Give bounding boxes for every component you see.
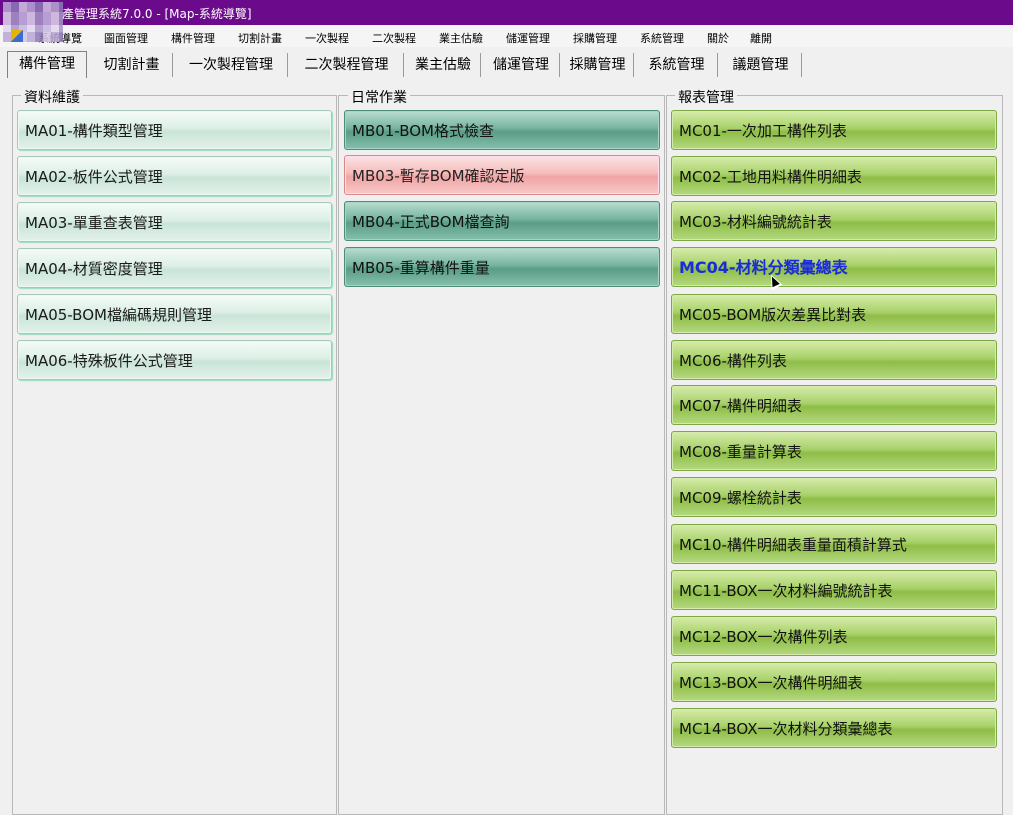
tab-system-mgmt[interactable]: 系統管理 xyxy=(636,53,718,77)
tab-component-mgmt[interactable]: 構件管理 xyxy=(7,51,87,78)
button-mc02[interactable]: MC02-工地用料構件明細表 xyxy=(671,156,997,196)
button-mc14[interactable]: MC14-BOX一次材料分類彙總表 xyxy=(671,708,997,748)
menu-item-primary-process[interactable]: 一次製程 xyxy=(305,30,349,46)
group-label-data-maintenance: 資料維護 xyxy=(21,87,83,107)
button-mc06[interactable]: MC06-構件列表 xyxy=(671,340,997,380)
button-mc04[interactable]: MC04-材料分類彙總表 xyxy=(671,247,997,287)
menu-item-component[interactable]: 構件管理 xyxy=(171,30,215,46)
tab-issue-mgmt[interactable]: 議題管理 xyxy=(720,53,802,77)
menu-item-storage[interactable]: 儲運管理 xyxy=(506,30,550,46)
button-ma05[interactable]: MA05-BOM檔編碼規則管理 xyxy=(17,294,332,334)
button-mc01[interactable]: MC01-一次加工構件列表 xyxy=(671,110,997,150)
tab-storage[interactable]: 儲運管理 xyxy=(483,53,560,77)
window-title: 產管理系統7.0.0 - [Map-系統導覽] xyxy=(62,7,252,21)
menu-item-cutting-plan[interactable]: 切割計畫 xyxy=(238,30,282,46)
menu-item-owner-valuation[interactable]: 業主估驗 xyxy=(439,30,483,46)
menu-bar: 系統導覽 圖面管理 構件管理 切割計畫 一次製程 二次製程 業主估驗 儲運管理 … xyxy=(0,25,1013,47)
group-label-reports: 報表管理 xyxy=(675,87,737,107)
button-mb03[interactable]: MB03-暫存BOM確認定版 xyxy=(344,155,660,195)
button-ma02[interactable]: MA02-板件公式管理 xyxy=(17,156,332,196)
menu-item-secondary-process[interactable]: 二次製程 xyxy=(372,30,416,46)
tab-purchasing[interactable]: 採購管理 xyxy=(562,53,634,77)
button-mc11[interactable]: MC11-BOX一次材料編號統計表 xyxy=(671,570,997,610)
button-mb01[interactable]: MB01-BOM格式檢查 xyxy=(344,110,660,150)
button-ma04[interactable]: MA04-材質密度管理 xyxy=(17,248,332,288)
tab-cutting-plan[interactable]: 切割計畫 xyxy=(91,53,173,77)
button-ma03[interactable]: MA03-單重查表管理 xyxy=(17,202,332,242)
menu-item-drawing[interactable]: 圖面管理 xyxy=(104,30,148,46)
menu-item-exit[interactable]: 離開 xyxy=(750,30,772,46)
group-label-daily-operations: 日常作業 xyxy=(348,87,410,107)
menu-window-icon xyxy=(11,30,23,42)
title-bar: 產管理系統7.0.0 - [Map-系統導覽] xyxy=(0,0,1013,42)
tab-primary-process[interactable]: 一次製程管理 xyxy=(175,53,288,77)
button-mc10[interactable]: MC10-構件明細表重量面積計算式 xyxy=(671,524,997,564)
tab-secondary-process[interactable]: 二次製程管理 xyxy=(290,53,404,77)
button-mb05[interactable]: MB05-重算構件重量 xyxy=(344,247,660,287)
button-mc03[interactable]: MC03-材料編號統計表 xyxy=(671,201,997,241)
button-mb04[interactable]: MB04-正式BOM檔查詢 xyxy=(344,201,660,241)
button-ma06[interactable]: MA06-特殊板件公式管理 xyxy=(17,340,332,380)
button-mc08[interactable]: MC08-重量計算表 xyxy=(671,431,997,471)
tab-bar: 構件管理 切割計畫 一次製程管理 二次製程管理 業主估驗 儲運管理 採購管理 系… xyxy=(0,51,1013,79)
button-mc12[interactable]: MC12-BOX一次構件列表 xyxy=(671,616,997,656)
menu-item-about[interactable]: 關於 xyxy=(707,30,729,46)
menu-item-purchasing[interactable]: 採購管理 xyxy=(573,30,617,46)
button-mc09[interactable]: MC09-螺栓統計表 xyxy=(671,477,997,517)
button-mc07[interactable]: MC07-構件明細表 xyxy=(671,385,997,425)
button-ma01[interactable]: MA01-構件類型管理 xyxy=(17,110,332,150)
button-mc05[interactable]: MC05-BOM版次差異比對表 xyxy=(671,294,997,334)
menu-item-system-mgmt[interactable]: 系統管理 xyxy=(640,30,684,46)
tab-owner-valuation[interactable]: 業主估驗 xyxy=(406,53,481,77)
button-mc13[interactable]: MC13-BOX一次構件明細表 xyxy=(671,662,997,702)
